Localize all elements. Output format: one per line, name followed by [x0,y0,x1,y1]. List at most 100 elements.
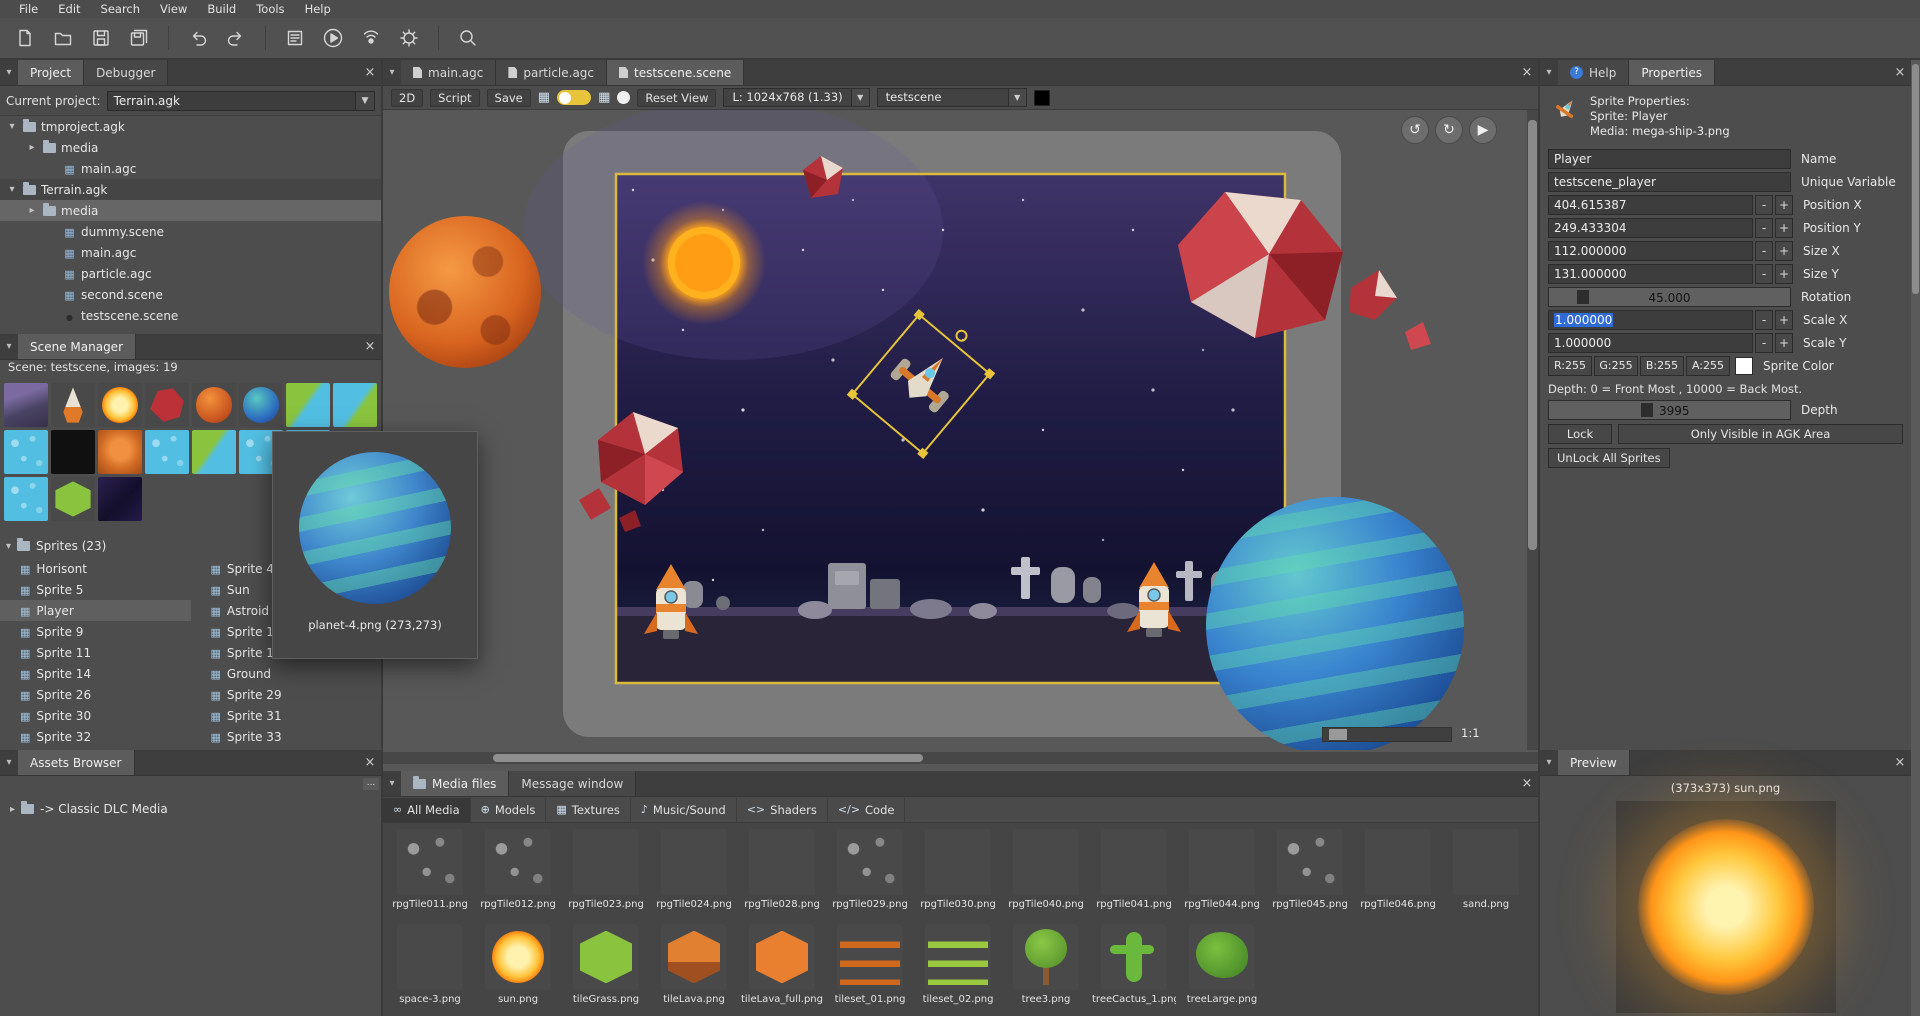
panel-menu-button[interactable]: ... [363,778,379,790]
media-file-item[interactable]: rpgTile011.png [387,829,473,922]
tree-item[interactable]: ▾ Terrain.agk [0,179,381,200]
window-vertical-scrollbar[interactable] [1911,60,1920,1016]
compile-button[interactable] [280,23,310,53]
brush-circle-icon[interactable] [617,91,630,104]
sprite-list-item[interactable]: Sprite 5 [0,579,191,600]
size-x-input[interactable]: 112.000000 [1548,241,1753,261]
sprite-list-item[interactable]: Player [0,600,191,621]
zoom-slider-handle[interactable] [1329,729,1347,740]
media-file-item[interactable]: tileLava.png [651,924,737,1016]
tree-item[interactable]: ▾ tmproject.agk [0,116,381,137]
background-color-swatch[interactable] [1034,90,1050,106]
media-file-item[interactable]: rpgTile024.png [651,829,737,922]
name-input[interactable]: Player [1548,149,1791,169]
unlock-all-sprites-button[interactable]: UnLock All Sprites [1548,448,1670,468]
scale-y-input[interactable]: 1.000000 [1548,333,1753,353]
scene-image-thumb[interactable] [239,383,283,427]
media-file-item[interactable]: rpgTile044.png [1179,829,1265,922]
rotate-right-button[interactable]: ↻ [1435,116,1463,144]
save-scene-button[interactable]: Save [487,89,531,107]
sprite-list-item[interactable]: Horisont [0,558,191,579]
chevron-down-icon[interactable]: ▼ [852,88,870,107]
tree-item[interactable]: ▸ media [0,137,381,158]
tab-particle-agc[interactable]: particle.agc [496,60,607,85]
tab-debugger[interactable]: Debugger [84,60,168,85]
media-file-item[interactable]: rpgTile029.png [827,829,913,922]
sprite-list-item[interactable]: Sprite 9 [0,621,191,642]
scene-canvas[interactable]: ↺ ↻ ▶ 1:1 [383,110,1538,750]
rotate-left-button[interactable]: ↺ [1401,116,1429,144]
color-green-field[interactable]: G:255 [1594,356,1638,376]
scene-select[interactable]: testscene ▼ [877,88,1027,107]
collapse-chevron-icon[interactable]: ▾ [0,334,18,359]
position-y-plus-button[interactable]: + [1775,218,1793,238]
canvas-vertical-scrollbar[interactable] [1527,110,1538,750]
canvas-horizontal-scrollbar[interactable] [383,752,1538,764]
position-x-plus-button[interactable]: + [1775,195,1793,215]
sprite-list-item[interactable]: Sprite 14 [0,663,191,684]
collapse-chevron-icon[interactable]: ▾ [383,60,401,85]
scale-y-plus-button[interactable]: + [1775,333,1793,353]
media-file-item[interactable]: tileset_02.png [915,924,1001,1016]
position-x-minus-button[interactable]: - [1755,195,1773,215]
chevron-down-icon[interactable]: ▼ [355,91,375,111]
size-y-plus-button[interactable]: + [1775,264,1793,284]
media-file-item[interactable]: rpgTile012.png [475,829,561,922]
tab-assets-browser[interactable]: Assets Browser [18,750,135,775]
tab-properties[interactable]: Properties [1629,60,1715,85]
lock-button[interactable]: Lock [1548,424,1612,444]
tree-expander-icon[interactable]: ▸ [26,142,38,153]
scene-image-thumb[interactable] [286,383,330,427]
sprite-list-item[interactable]: Sprite 26 [0,684,191,705]
menu-item[interactable]: Edit [49,0,89,18]
media-file-item[interactable]: tree3.png [1003,924,1089,1016]
scene-image-thumb[interactable] [98,383,142,427]
scene-image-thumb[interactable] [192,383,236,427]
media-file-item[interactable]: tileGrass.png [563,924,649,1016]
grid-toggle-icon[interactable]: ▦ [538,90,550,106]
media-file-item[interactable]: rpgTile028.png [739,829,825,922]
tab-preview[interactable]: Preview [1558,750,1630,775]
media-file-item[interactable]: tileset_01.png [827,924,913,1016]
scene-image-thumb[interactable] [333,383,377,427]
media-file-item[interactable]: rpgTile046.png [1355,829,1441,922]
color-red-field[interactable]: R:255 [1548,356,1592,376]
tree-expander-icon[interactable]: ▾ [6,184,18,195]
collapse-chevron-icon[interactable]: ▾ [0,60,18,85]
media-filter-button[interactable]: <> Shaders [737,798,828,822]
media-file-item[interactable]: space-3.png [387,924,473,1016]
scene-image-thumb[interactable] [192,430,236,474]
media-filter-button[interactable]: ▦ Textures [546,798,631,822]
scene-image-thumb[interactable] [98,477,142,521]
media-file-item[interactable]: rpgTile030.png [915,829,1001,922]
resolution-select[interactable]: L: 1024x768 (1.33) ▼ [723,88,869,107]
tab-project[interactable]: Project [18,60,84,85]
media-filter-button[interactable]: </> Code [828,798,906,822]
tree-item[interactable]: second.scene [0,284,381,305]
snap-toggle-switch[interactable] [557,90,591,105]
scale-x-input[interactable]: 1.000000 [1548,310,1753,330]
close-icon[interactable]: × [359,60,381,85]
tree-expander-icon[interactable]: ▾ [6,121,18,132]
media-filter-button[interactable]: ♪ Music/Sound [631,798,737,822]
media-file-item[interactable]: tileLava_full.png [739,924,825,1016]
play-scene-button[interactable]: ▶ [1469,116,1497,144]
close-icon[interactable]: × [359,334,381,359]
sprite-color-swatch[interactable] [1735,357,1753,375]
scale-x-plus-button[interactable]: + [1775,310,1793,330]
size-y-input[interactable]: 131.000000 [1548,264,1753,284]
sprite-list-item[interactable]: Sprite 31 [191,705,382,726]
scrollbar-handle[interactable] [1912,64,1919,294]
size-x-plus-button[interactable]: + [1775,241,1793,261]
debug-button[interactable] [394,23,424,53]
run-button[interactable] [318,23,348,53]
size-y-minus-button[interactable]: - [1755,264,1773,284]
open-project-button[interactable] [48,23,78,53]
save-button[interactable] [86,23,116,53]
save-all-button[interactable] [124,23,154,53]
sprite-list-item[interactable]: Sprite 11 [0,642,191,663]
tree-expander-icon[interactable]: ▸ [10,804,15,815]
close-icon[interactable]: × [359,750,381,775]
broadcast-button[interactable] [356,23,386,53]
media-file-item[interactable]: treeLarge.png [1179,924,1265,1016]
